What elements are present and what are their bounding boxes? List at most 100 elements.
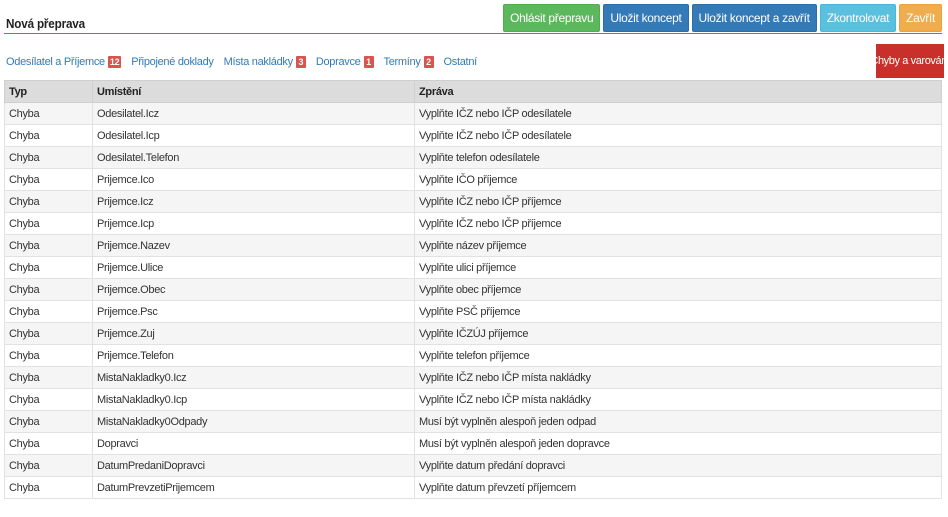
type-cell: Chyba: [4, 388, 93, 411]
message-cell: Vyplňte IČZ nebo IČP příjemce: [414, 212, 942, 235]
save-draft-close-button[interactable]: Uložit koncept a zavřít: [691, 4, 817, 32]
table-row[interactable]: Chyba Prijemce.Ico Vyplňte IČO příjemce: [4, 168, 942, 191]
location-cell: MistaNakladky0Odpady: [92, 410, 415, 433]
table-row[interactable]: Chyba DatumPrevzetiPrijemcem Vyplňte datum…: [4, 476, 942, 499]
type-cell: Chyba: [4, 278, 93, 301]
error-count-badge: 12: [107, 56, 122, 68]
message-cell: Vyplňte IČZÚJ příjemce: [414, 322, 942, 345]
message-cell: Vyplňte IČZ nebo IČP příjemce: [414, 190, 942, 213]
message-cell: Vyplňte název příjemce: [414, 234, 942, 257]
type-cell: Chyba: [4, 102, 93, 125]
tab-loading-places[interactable]: Místa nakládky 3: [224, 56, 306, 68]
type-cell: Chyba: [4, 146, 93, 169]
table-row[interactable]: Chyba MistaNakladky0Odpady Musí být vyplně…: [4, 410, 942, 433]
table-row[interactable]: Chyba Prijemce.Icp Vyplňte IČZ nebo IČP př…: [4, 212, 942, 235]
message-cell: Vyplňte IČZ nebo IČP odesílatele: [414, 124, 942, 147]
type-cell: Chyba: [4, 256, 93, 279]
message-cell: Vyplňte datum předání dopravci: [414, 454, 942, 477]
message-cell: Vyplňte IČZ nebo IČP místa nakládky: [414, 388, 942, 411]
check-button[interactable]: Zkontrolovat: [819, 4, 897, 32]
message-cell: Vyplňte IČZ nebo IČP odesílatele: [414, 102, 942, 125]
table-row[interactable]: Chyba Odesilatel.Telefon Vyplňte telefon o…: [4, 146, 942, 169]
tab-carrier[interactable]: Dopravce 1: [316, 56, 374, 68]
table-row[interactable]: Chyba MistaNakladky0.Icz Vyplňte IČZ nebo …: [4, 366, 942, 389]
tab-label: Termíny: [383, 56, 421, 68]
header-divider: [4, 33, 942, 34]
table-row[interactable]: Chyba Prijemce.Zuj Vyplňte IČZÚJ příjemce: [4, 322, 942, 345]
location-cell: Prijemce.Zuj: [92, 322, 415, 345]
location-cell: Prijemce.Psc: [92, 300, 415, 323]
column-header-message[interactable]: Zpráva: [414, 80, 942, 103]
type-cell: Chyba: [4, 300, 93, 323]
type-cell: Chyba: [4, 124, 93, 147]
table-row[interactable]: Chyba Prijemce.Telefon Vyplňte telefon pří…: [4, 344, 942, 367]
tab-label: Odesílatel a Příjemce: [6, 56, 105, 68]
location-cell: MistaNakladky0.Icz: [92, 366, 415, 389]
location-cell: DatumPredaniDopravci: [92, 454, 415, 477]
error-count-badge: 1: [363, 56, 374, 68]
type-cell: Chyba: [4, 190, 93, 213]
table-row[interactable]: Chyba Odesilatel.Icz Vyplňte IČZ nebo IČP …: [4, 102, 942, 125]
type-cell: Chyba: [4, 432, 93, 455]
type-cell: Chyba: [4, 168, 93, 191]
table-row[interactable]: Chyba Prijemce.Nazev Vyplňte název příjemc…: [4, 234, 942, 257]
type-cell: Chyba: [4, 454, 93, 477]
table-header-row: Typ Umístění Zpráva: [4, 80, 942, 103]
errors-warnings-tab[interactable]: Chyby a varování: [870, 44, 948, 78]
type-cell: Chyba: [4, 212, 93, 235]
message-cell: Vyplňte PSČ příjemce: [414, 300, 942, 323]
location-cell: Prijemce.Ulice: [92, 256, 415, 279]
table-row[interactable]: Chyba Dopravci Musí být vyplněn alespoň je…: [4, 432, 942, 455]
type-cell: Chyba: [4, 410, 93, 433]
column-header-location[interactable]: Umístění: [92, 80, 415, 103]
close-button[interactable]: Zavřít: [899, 4, 942, 32]
tab-label: Ostatní: [443, 56, 478, 68]
message-cell: Musí být vyplněn alespoň jeden dopravce: [414, 432, 942, 455]
tab-label: Místa nakládky: [223, 56, 293, 68]
table-row[interactable]: Chyba MistaNakladky0.Icp Vyplňte IČZ nebo …: [4, 388, 942, 411]
location-cell: Odesilatel.Icp: [92, 124, 415, 147]
location-cell: Prijemce.Ico: [92, 168, 415, 191]
location-cell: Odesilatel.Telefon: [92, 146, 415, 169]
location-cell: Prijemce.Icz: [92, 190, 415, 213]
table-row[interactable]: Chyba Prijemce.Ulice Vyplňte ulici příjemc…: [4, 256, 942, 279]
action-toolbar: Ohlásit přepravu Uložit koncept Uložit k…: [503, 4, 942, 32]
message-cell: Vyplňte telefon odesílatele: [414, 146, 942, 169]
location-cell: DatumPrevzetiPrijemcem: [92, 476, 415, 499]
message-cell: Vyplňte obec příjemce: [414, 278, 942, 301]
table-row[interactable]: Chyba Prijemce.Psc Vyplňte PSČ příjemce: [4, 300, 942, 323]
message-cell: Vyplňte telefon příjemce: [414, 344, 942, 367]
tab-other[interactable]: Ostatní: [443, 56, 478, 68]
table-row[interactable]: Chyba Odesilatel.Icp Vyplňte IČZ nebo IČP …: [4, 124, 942, 147]
header: Nová přeprava Ohlásit přepravu Uložit ko…: [0, 0, 948, 36]
type-cell: Chyba: [4, 366, 93, 389]
tab-sender-recipient[interactable]: Odesílatel a Příjemce 12: [6, 56, 122, 68]
location-cell: Odesilatel.Icz: [92, 102, 415, 125]
save-draft-button[interactable]: Uložit koncept: [603, 4, 689, 32]
message-cell: Vyplňte IČO příjemce: [414, 168, 942, 191]
table-row[interactable]: Chyba Prijemce.Obec Vyplňte obec příjemce: [4, 278, 942, 301]
error-count-badge: 3: [295, 56, 306, 68]
tab-dates[interactable]: Termíny 2: [384, 56, 434, 68]
location-cell: MistaNakladky0.Icp: [92, 388, 415, 411]
location-cell: Prijemce.Nazev: [92, 234, 415, 257]
message-cell: Vyplňte IČZ nebo IČP místa nakládky: [414, 366, 942, 389]
report-transport-button[interactable]: Ohlásit přepravu: [503, 4, 601, 32]
type-cell: Chyba: [4, 344, 93, 367]
column-header-type[interactable]: Typ: [4, 80, 93, 103]
type-cell: Chyba: [4, 234, 93, 257]
page-title: Nová přeprava: [6, 16, 85, 31]
message-cell: Vyplňte ulici příjemce: [414, 256, 942, 279]
tab-attached-documents[interactable]: Připojené doklady: [131, 56, 214, 68]
message-cell: Musí být vyplněn alespoň jeden odpad: [414, 410, 942, 433]
errors-table: Typ Umístění Zpráva Chyba Odesilatel.Icz V…: [4, 80, 942, 499]
tab-label: Dopravce: [315, 56, 361, 68]
error-count-badge: 2: [423, 56, 434, 68]
location-cell: Prijemce.Telefon: [92, 344, 415, 367]
table-row[interactable]: Chyba Prijemce.Icz Vyplňte IČZ nebo IČP př…: [4, 190, 942, 213]
type-cell: Chyba: [4, 322, 93, 345]
message-cell: Vyplňte datum převzetí příjemcem: [414, 476, 942, 499]
location-cell: Prijemce.Icp: [92, 212, 415, 235]
tab-label: Připojené doklady: [131, 56, 214, 68]
table-row[interactable]: Chyba DatumPredaniDopravci Vyplňte datum p…: [4, 454, 942, 477]
